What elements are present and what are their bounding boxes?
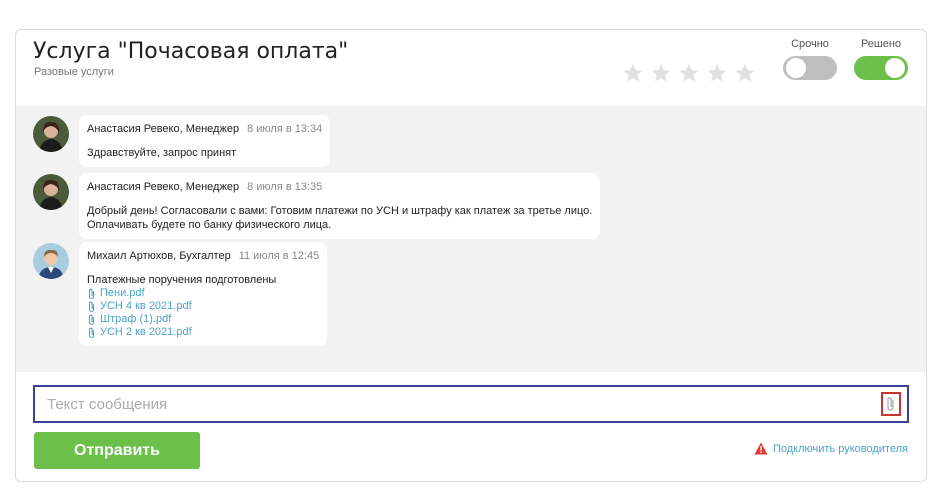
- message-author: Михаил Артюхов, Бухгалтер: [87, 250, 231, 262]
- attachment-name: УСН 4 кв 2021.pdf: [100, 300, 192, 312]
- urgent-toggle[interactable]: [783, 56, 837, 80]
- message-item: Михаил Артюхов, Бухгалтер 11 июля в 12:45…: [33, 242, 328, 346]
- message-thread: Анастасия Ревеко, Менеджер 8 июля в 13:34…: [16, 106, 926, 372]
- star-icon[interactable]: [622, 62, 644, 84]
- message-text: Оплачивать будете по банку физического л…: [87, 219, 332, 231]
- resolved-label: Решено: [860, 38, 902, 50]
- urgent-label: Срочно: [791, 38, 829, 50]
- attachment-name: Штраф (1).pdf: [100, 313, 172, 325]
- message-author: Анастасия Ревеко, Менеджер: [87, 181, 240, 193]
- paperclip-icon: [88, 314, 95, 325]
- message-bubble: Анастасия Ревеко, Менеджер 8 июля в 13:35…: [79, 173, 601, 239]
- paperclip-icon: [88, 288, 95, 299]
- service-request-card: Услуга "Почасовая оплата" Разовые услуги…: [15, 29, 927, 482]
- toggle-knob: [885, 58, 905, 78]
- attachment-link[interactable]: УСН 2 кв 2021.pdf: [87, 326, 319, 339]
- page-title: Услуга "Почасовая оплата": [33, 39, 349, 64]
- star-icon[interactable]: [650, 62, 672, 84]
- star-icon[interactable]: [734, 62, 756, 84]
- message-input[interactable]: [35, 387, 875, 421]
- message-date: 11 июля в 12:45: [238, 250, 320, 262]
- rating-stars[interactable]: [622, 62, 756, 84]
- resolved-toggle[interactable]: [854, 56, 908, 80]
- avatar: [33, 116, 69, 152]
- connect-manager-label: Подключить руководителя: [772, 442, 908, 455]
- star-icon[interactable]: [706, 62, 728, 84]
- attach-file-button[interactable]: [881, 392, 901, 416]
- message-item: Анастасия Ревеко, Менеджер 8 июля в 13:34…: [33, 115, 331, 167]
- paperclip-icon: [887, 397, 894, 411]
- warning-icon: [754, 442, 768, 455]
- attachment-name: УСН 2 кв 2021.pdf: [100, 326, 192, 338]
- star-icon[interactable]: [678, 62, 700, 84]
- paperclip-icon: [88, 301, 95, 312]
- message-text: Добрый день! Согласовали с вами: Готовим…: [87, 205, 593, 217]
- message-bubble: Анастасия Ревеко, Менеджер 8 июля в 13:34…: [79, 115, 331, 167]
- avatar: [33, 243, 69, 279]
- attachment-link[interactable]: УСН 4 кв 2021.pdf: [87, 300, 319, 313]
- attachment-link[interactable]: Штраф (1).pdf: [87, 313, 319, 326]
- urgent-toggle-group: Срочно: [783, 38, 837, 80]
- message-author: Анастасия Ревеко, Менеджер: [87, 123, 240, 135]
- resolved-toggle-group: Решено: [854, 38, 908, 80]
- attachment-link[interactable]: Пени.pdf: [87, 287, 319, 300]
- send-button[interactable]: Отправить: [34, 432, 200, 469]
- toggle-knob: [786, 58, 806, 78]
- attachment-name: Пени.pdf: [100, 287, 145, 299]
- message-text: Здравствуйте, запрос принят: [87, 147, 237, 159]
- connect-manager-link[interactable]: Подключить руководителя: [754, 442, 908, 455]
- message-input-box: [33, 385, 909, 423]
- message-text: Платежные поручения подготовлены: [87, 274, 277, 286]
- message-date: 8 июля в 13:34: [247, 123, 323, 135]
- message-bubble: Михаил Артюхов, Бухгалтер 11 июля в 12:45…: [79, 242, 328, 346]
- avatar: [33, 174, 69, 210]
- message-date: 8 июля в 13:35: [247, 181, 323, 193]
- paperclip-icon: [88, 327, 95, 338]
- message-item: Анастасия Ревеко, Менеджер 8 июля в 13:35…: [33, 173, 601, 239]
- service-category: Разовые услуги: [34, 66, 114, 78]
